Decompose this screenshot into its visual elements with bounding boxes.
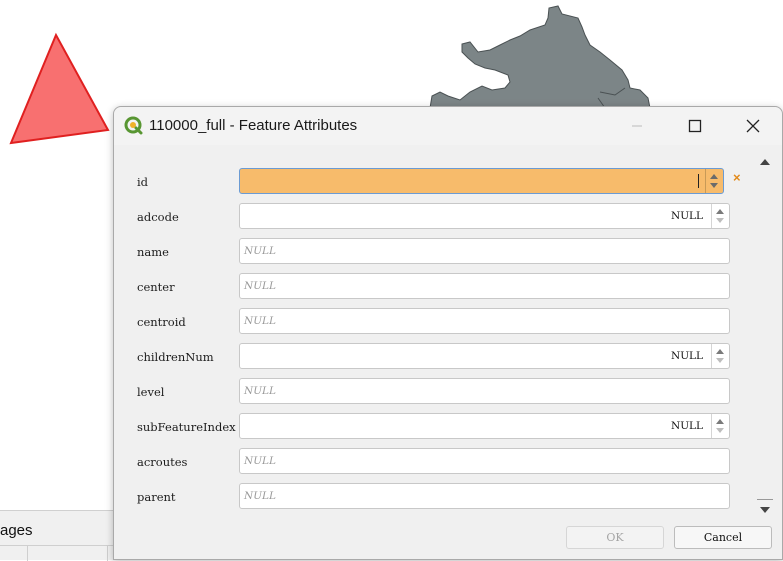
- spin-buttons[interactable]: [711, 204, 729, 228]
- field-placeholder: NULL: [244, 315, 276, 327]
- cancel-button[interactable]: Cancel: [674, 526, 772, 549]
- maximize-button[interactable]: [672, 107, 718, 145]
- panel-cell: [0, 546, 28, 561]
- spin-buttons[interactable]: [705, 169, 723, 193]
- field-placeholder: NULL: [244, 455, 276, 467]
- field-value: NULL: [671, 350, 703, 362]
- scroll-down-icon[interactable]: [760, 507, 770, 513]
- field-row-childrennum: childrenNum NULL: [114, 343, 762, 371]
- field-label: center: [137, 280, 175, 294]
- field-value: NULL: [671, 420, 703, 432]
- field-placeholder: NULL: [244, 385, 276, 397]
- spin-buttons[interactable]: [711, 414, 729, 438]
- spin-up-icon[interactable]: [716, 209, 724, 214]
- panel-label: ages: [0, 522, 33, 539]
- field-row-centroid: centroid NULL: [114, 308, 762, 336]
- field-row-level: level NULL: [114, 378, 762, 406]
- field-label: adcode: [137, 210, 179, 224]
- qgis-logo-icon: [124, 116, 143, 135]
- minimize-button[interactable]: [614, 107, 660, 145]
- text-cursor: [698, 174, 699, 188]
- field-label: subFeatureIndex: [137, 420, 236, 434]
- acroutes-input[interactable]: NULL: [239, 448, 730, 474]
- attribute-form: id × adcode NULL name NULL center NULL c…: [114, 145, 762, 515]
- reset-field-icon[interactable]: ×: [733, 170, 741, 185]
- field-label: name: [137, 245, 169, 259]
- field-row-parent: parent NULL: [114, 483, 762, 511]
- spin-up-icon[interactable]: [716, 349, 724, 354]
- field-label: parent: [137, 490, 176, 504]
- field-row-id: id ×: [114, 168, 762, 196]
- panel-cell: [28, 546, 108, 561]
- ok-button[interactable]: OK: [566, 526, 664, 549]
- panel-row: [0, 545, 120, 561]
- triangle-feature[interactable]: [9, 32, 110, 145]
- spin-down-icon[interactable]: [716, 428, 724, 433]
- level-input[interactable]: NULL: [239, 378, 730, 404]
- field-row-name: name NULL: [114, 238, 762, 266]
- field-placeholder: NULL: [244, 280, 276, 292]
- feature-attributes-dialog: 110000_full - Feature Attributes id × ad…: [113, 106, 783, 560]
- spin-up-icon[interactable]: [716, 419, 724, 424]
- subfeatureindex-spinbox[interactable]: NULL: [239, 413, 730, 439]
- window-title: 110000_full - Feature Attributes: [149, 117, 358, 134]
- region-feature[interactable]: [429, 5, 651, 109]
- childrennum-spinbox[interactable]: NULL: [239, 343, 730, 369]
- field-row-acroutes: acroutes NULL: [114, 448, 762, 476]
- field-label: level: [137, 385, 165, 399]
- name-input[interactable]: NULL: [239, 238, 730, 264]
- adcode-spinbox[interactable]: NULL: [239, 203, 730, 229]
- spin-buttons[interactable]: [711, 344, 729, 368]
- field-placeholder: NULL: [244, 245, 276, 257]
- centroid-input[interactable]: NULL: [239, 308, 730, 334]
- title-bar[interactable]: 110000_full - Feature Attributes: [114, 107, 782, 145]
- field-label: acroutes: [137, 455, 188, 469]
- parent-input[interactable]: NULL: [239, 483, 730, 509]
- field-row-center: center NULL: [114, 273, 762, 301]
- field-row-adcode: adcode NULL: [114, 203, 762, 231]
- spin-down-icon[interactable]: [716, 358, 724, 363]
- field-placeholder: NULL: [244, 490, 276, 502]
- id-spinbox[interactable]: [239, 168, 724, 194]
- minimize-icon: [632, 125, 642, 127]
- center-input[interactable]: NULL: [239, 273, 730, 299]
- spin-down-icon[interactable]: [710, 183, 718, 188]
- spin-down-icon[interactable]: [716, 218, 724, 223]
- scroll-thumb[interactable]: [757, 499, 773, 500]
- close-button[interactable]: [730, 107, 776, 145]
- field-label: id: [137, 175, 149, 189]
- spin-up-icon[interactable]: [710, 174, 718, 179]
- scroll-up-icon[interactable]: [760, 159, 770, 165]
- field-label: centroid: [137, 315, 186, 329]
- field-value: NULL: [671, 210, 703, 222]
- form-scrollbar[interactable]: [756, 153, 774, 521]
- field-label: childrenNum: [137, 350, 214, 364]
- close-icon: [746, 119, 760, 133]
- field-row-subfeatureindex: subFeatureIndex NULL: [114, 413, 762, 441]
- maximize-icon: [688, 119, 702, 133]
